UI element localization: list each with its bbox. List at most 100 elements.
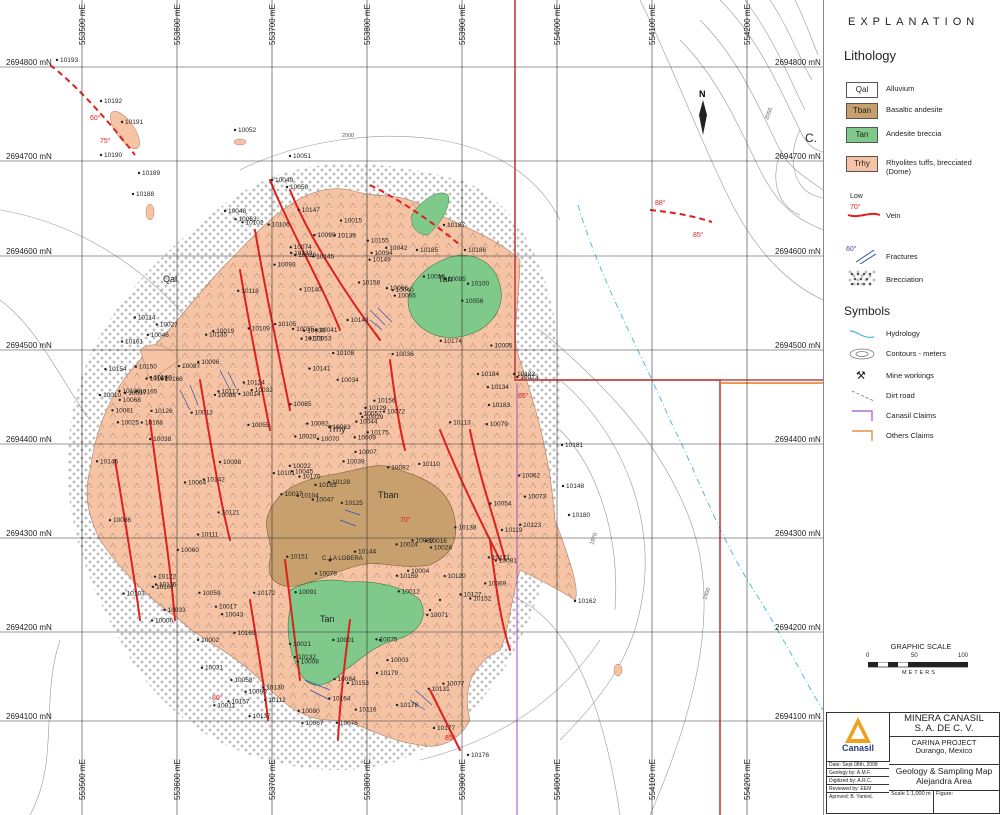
sample-id-label: 10158 [362, 280, 380, 287]
sample-id-label: 10080 [302, 708, 320, 715]
sample-id-label: 10177 [437, 725, 455, 732]
northing-label: 2694500 mN [6, 341, 52, 350]
sample-point [154, 583, 158, 586]
sample-id-label: 10061 [115, 407, 133, 414]
sample-point [264, 698, 267, 702]
sample-point [316, 437, 320, 441]
sample-id-label: 10141 [312, 366, 330, 373]
easting-label: 554200 mE [743, 759, 752, 800]
sample-id-label: 10043 [225, 611, 243, 618]
sample-point [297, 208, 300, 212]
sample-id-label: 10090 [249, 689, 267, 696]
sample-point [427, 687, 430, 690]
sample-id-label: 10172 [257, 590, 275, 597]
sample-point [237, 289, 240, 293]
sample-point [332, 638, 335, 642]
sample-id-label: 10006 [155, 617, 173, 624]
sample-point [415, 248, 419, 252]
sample-point [328, 426, 331, 429]
dip-label: 85° [693, 231, 704, 239]
legend-swatch-tban: Tban [846, 103, 878, 119]
sample-point [242, 381, 245, 384]
sample-point [370, 251, 373, 255]
sample-id-label: 10181 [565, 442, 583, 449]
sample-id-label: 10030 [307, 328, 325, 335]
sample-id-label: 10124 [247, 380, 265, 387]
legend-label: Dirt road [886, 391, 915, 400]
sample-id-label: 10179 [380, 670, 398, 677]
sample-id-label: 10188 [136, 191, 154, 198]
sample-id-label: 10123 [523, 522, 541, 529]
sample-id-label: 10095 [448, 276, 466, 283]
legend-label: Canasil Claims [886, 411, 937, 420]
sample-id-label: 10071 [430, 612, 448, 619]
meta-geology: Geology by: A.M.F. [827, 769, 889, 777]
sample-point [196, 533, 200, 536]
sample-id-label: 10067 [305, 720, 323, 727]
sample-id-label: 10139 [338, 232, 356, 239]
sample-id-label: 10117 [221, 388, 239, 395]
easting-label: 554000 mE [553, 4, 562, 45]
sample-id-label: 10183 [492, 402, 510, 409]
sample-id-label: 10055 [251, 422, 269, 429]
map-title-line-2: Alejandra Area [916, 776, 972, 786]
sample-id-label: 10039 [347, 458, 365, 465]
sample-id-label: 10109 [252, 326, 270, 333]
sample-point [366, 431, 369, 434]
sample-point [364, 406, 367, 410]
sample-id-label: 10056 [465, 298, 483, 305]
sample-id-label: 10152 [473, 596, 491, 603]
northing-label: 2694300 mN [6, 529, 52, 538]
sample-point [422, 275, 426, 278]
sample-id-label: 10068 [123, 397, 141, 404]
dip-label: 88° [655, 199, 666, 207]
easting-label: 553800 mE [363, 759, 372, 800]
sample-point [111, 409, 114, 412]
sample-point [393, 294, 397, 297]
sample-point [366, 239, 370, 242]
sample-point [294, 591, 297, 594]
sample-id-label: 10021 [293, 641, 311, 648]
vein-symbol-icon [847, 212, 881, 218]
sample-id-label: 10013 [195, 410, 213, 417]
legend-panel: EXPLANATION Lithology Qal Alluvium Tban … [823, 0, 1001, 815]
sample-point [306, 422, 309, 425]
sample-point [297, 709, 300, 713]
sample-id-label: 10114 [138, 314, 156, 321]
legend-item-brecciation: Brecciation [846, 270, 996, 288]
sample-point [463, 248, 467, 252]
dip-label: 65° [518, 392, 529, 400]
sample-point [353, 436, 356, 439]
sample-id-label: 10112 [268, 697, 286, 704]
sample-id-label: 10150 [139, 364, 157, 371]
sample-point [289, 251, 293, 255]
sample-id-label: 10131 [432, 686, 450, 693]
sample-point [454, 526, 457, 529]
sample-id-label: 10046 [151, 332, 169, 339]
sample-id-label: 10163 [319, 482, 337, 489]
sample-point [104, 367, 107, 371]
map-title-line-1: Geology & Sampling Map [895, 766, 993, 776]
northing-label: 2694400 mN [6, 435, 52, 444]
sample-id-label: 10065 [398, 293, 416, 300]
easting-label: 553500 mE [78, 4, 87, 45]
sample-point [485, 422, 489, 426]
sample-point [385, 286, 389, 290]
sample-point [355, 420, 358, 423]
sample-point [302, 329, 306, 332]
sample-point [213, 393, 217, 397]
sample-id-label: 10012 [402, 588, 420, 595]
sample-id-label: 10157 [231, 698, 249, 705]
sample-id-label: 10162 [578, 598, 596, 605]
outcrop [145, 203, 155, 221]
easting-label: 553600 mE [173, 4, 182, 45]
legend-title: EXPLANATION [848, 16, 980, 28]
sample-point [223, 209, 227, 213]
logo-text: Canasil [841, 743, 874, 753]
sample-point [198, 591, 201, 594]
sample-point [196, 638, 200, 642]
legend-label: Hydrology [886, 329, 920, 338]
sample-id-label: 10104 [301, 493, 319, 500]
legend-label: Contours - meters [886, 349, 947, 358]
scale-tick: 100 [958, 653, 969, 659]
